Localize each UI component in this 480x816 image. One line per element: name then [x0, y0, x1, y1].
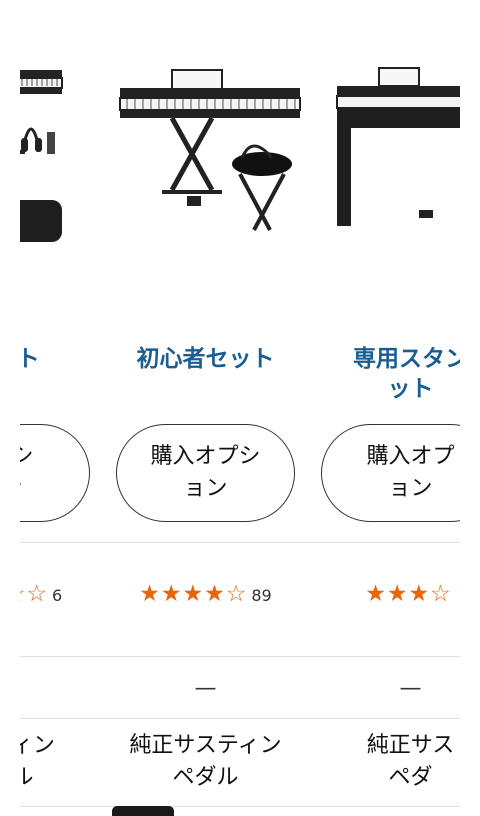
rating[interactable]: ★★⯪☆☆ 6	[20, 580, 104, 608]
rating[interactable]: ★★★★☆ 89	[102, 580, 309, 608]
product-title-line: 初心者セット	[136, 346, 275, 372]
row-divider	[20, 542, 460, 543]
buy-options-label: オプシ	[20, 444, 34, 469]
feature-line: 純正サス	[366, 733, 455, 758]
empty-cell: —	[399, 676, 422, 701]
buy-options-button[interactable]: 購入オプ ョン	[321, 424, 460, 522]
buy-options-label: ョン	[20, 476, 23, 501]
product-image-piano-stand-set[interactable]	[307, 40, 460, 280]
feature-cell: ステティン ペダル	[20, 730, 104, 794]
empty-cell: —	[194, 676, 217, 701]
star-rating-icon: ★★★☆	[365, 581, 452, 607]
feature-line: ペダル	[172, 765, 239, 790]
product-title[interactable]: -セット	[20, 344, 104, 374]
feature-line: 純正サスティン	[129, 733, 282, 758]
buy-options-button[interactable]: オプシ ョン	[20, 424, 90, 522]
star-rating-icon: ★★⯪☆☆	[20, 581, 49, 607]
product-title[interactable]: 初心者セット	[102, 344, 309, 374]
buy-options-label: 購入オプシ	[150, 444, 261, 469]
product-title-line: -セット	[20, 346, 40, 372]
product-column: -セット オプシ ョン ★★⯪☆☆ 6 — ステティン ペダル	[20, 0, 104, 816]
home-indicator[interactable]	[112, 806, 174, 816]
product-title-line: ット	[387, 376, 434, 402]
product-title[interactable]: 専用スタン ット	[307, 344, 460, 404]
product-column: 専用スタン ット 購入オプ ョン ★★★☆ — 純正サス ペダ	[307, 0, 460, 816]
star-rating-icon: ★★★★☆	[139, 581, 248, 607]
product-title-line: 専用スタン	[353, 346, 460, 372]
buy-options-button[interactable]: 購入オプシ ョン	[116, 424, 295, 522]
product-image-piano-beginner-set[interactable]	[102, 40, 309, 280]
feature-line: ペダ	[388, 765, 433, 790]
feature-cell: 純正サス ペダ	[307, 730, 460, 794]
row-divider	[20, 806, 460, 807]
product-image-piano-headphones[interactable]	[20, 40, 104, 280]
review-count: 6	[52, 586, 63, 605]
empty-cell: —	[20, 674, 104, 704]
review-count: 89	[251, 586, 272, 605]
feature-line: ペダル	[20, 765, 34, 790]
row-divider	[20, 656, 460, 657]
feature-line: ステティン	[20, 733, 55, 758]
buy-options-label: 購入オプ	[366, 444, 455, 469]
row-divider	[20, 718, 460, 719]
rating[interactable]: ★★★☆	[307, 580, 460, 608]
product-column: 初心者セット 購入オプシ ョン ★★★★☆ 89 — 純正サスティン ペダル	[102, 0, 309, 816]
carousel-clip: -セット オプシ ョン ★★⯪☆☆ 6 — ステティン ペダル	[20, 0, 460, 816]
buy-options-label: ョン	[388, 476, 433, 501]
carousel-track: -セット オプシ ョン ★★⯪☆☆ 6 — ステティン ペダル	[20, 0, 460, 816]
buy-options-label: ョン	[183, 476, 228, 501]
feature-cell: 純正サスティン ペダル	[102, 730, 309, 794]
comparison-carousel[interactable]: -セット オプシ ョン ★★⯪☆☆ 6 — ステティン ペダル	[0, 0, 480, 816]
